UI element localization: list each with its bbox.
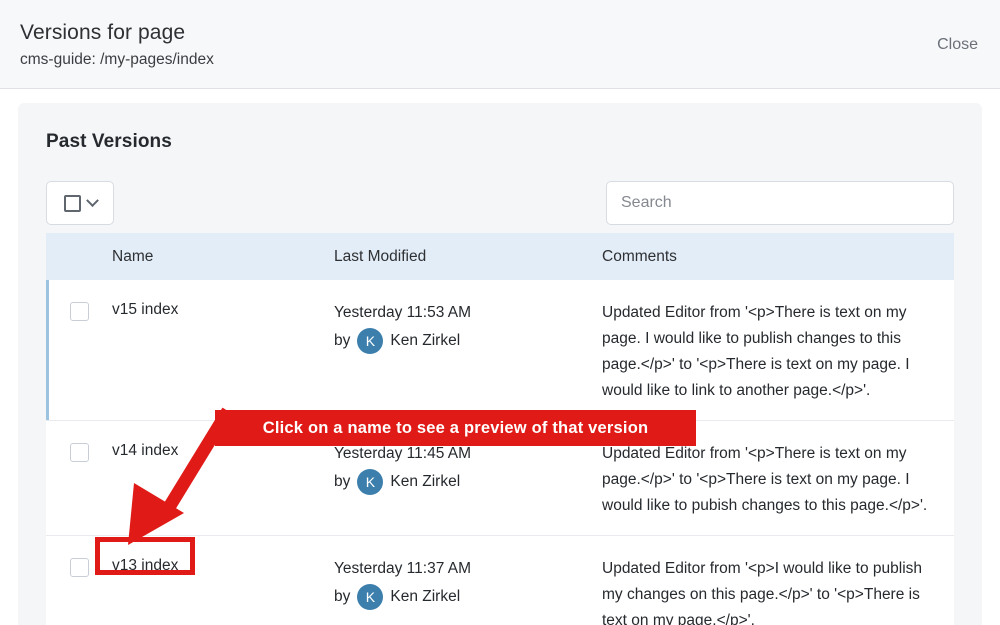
row-checkbox[interactable] [70,443,89,462]
version-name-link[interactable]: v13 index [112,557,178,574]
row-select-cell [46,300,112,404]
row-comment-cell: Updated Editor from '<p>There is text on… [602,445,928,514]
table-body: v15 index Yesterday 11:53 AM by K Ken Zi… [46,280,954,625]
annotation-banner-text: Click on a name to see a preview of that… [262,418,649,437]
row-modified-cell: Yesterday 11:37 AM by K Ken Zirkel [334,556,602,625]
version-name-link[interactable]: v14 index [112,442,178,459]
card-title: Past Versions [46,131,172,152]
search-input[interactable] [606,181,954,225]
row-modified-cell: Yesterday 11:45 AM by K Ken Zirkel [334,441,602,519]
row-name-cell: v14 index [112,441,334,519]
chevron-down-icon [85,193,99,207]
annotation-banner: Click on a name to see a preview of that… [215,410,696,446]
version-name-link[interactable]: v15 index [112,301,178,318]
versions-modal: Versions for page cms-guide: /my-pages/i… [0,0,1000,625]
column-header-comments[interactable]: Comments [602,248,954,266]
page-subtitle: cms-guide: /my-pages/index [20,51,214,68]
row-select-cell [46,441,112,519]
column-header-name[interactable]: Name [112,248,334,266]
bulk-select-dropdown[interactable] [46,181,114,225]
author-byline: by K Ken Zirkel [334,469,602,495]
table-toolbar [46,181,954,225]
row-modified-cell: Yesterday 11:53 AM by K Ken Zirkel [334,300,602,404]
row-name-cell: v15 index [112,300,334,404]
author-name: Ken Zirkel [390,588,461,605]
past-versions-card: Past Versions Name Last Modified Comment… [18,103,982,625]
by-label: by [334,588,351,605]
author-byline: by K Ken Zirkel [334,584,602,610]
author-name: Ken Zirkel [390,332,461,349]
by-label: by [334,473,351,490]
modal-header: Versions for page cms-guide: /my-pages/i… [0,0,1000,89]
row-name-cell: v13 index [112,556,334,625]
avatar: K [357,584,384,610]
modified-timestamp: Yesterday 11:37 AM [334,560,472,577]
row-checkbox[interactable] [70,302,89,321]
row-select-cell [46,556,112,625]
checkbox-icon [63,194,81,212]
close-button[interactable]: Close [933,34,982,56]
column-header-last-modified[interactable]: Last Modified [334,248,602,266]
modified-timestamp: Yesterday 11:53 AM [334,304,472,321]
row-comment-cell: Updated Editor from '<p>There is text on… [602,304,910,399]
row-checkbox[interactable] [70,558,89,577]
by-label: by [334,332,351,349]
row-comment-cell: Updated Editor from '<p>I would like to … [602,560,923,625]
avatar: K [357,328,384,354]
table-header-row: Name Last Modified Comments [46,233,954,280]
table-row: v13 index Yesterday 11:37 AM by K Ken Zi… [46,535,954,625]
avatar: K [357,469,384,495]
page-title: Versions for page [20,21,186,44]
table-row: v15 index Yesterday 11:53 AM by K Ken Zi… [46,280,954,420]
author-name: Ken Zirkel [390,473,461,490]
author-byline: by K Ken Zirkel [334,328,602,354]
